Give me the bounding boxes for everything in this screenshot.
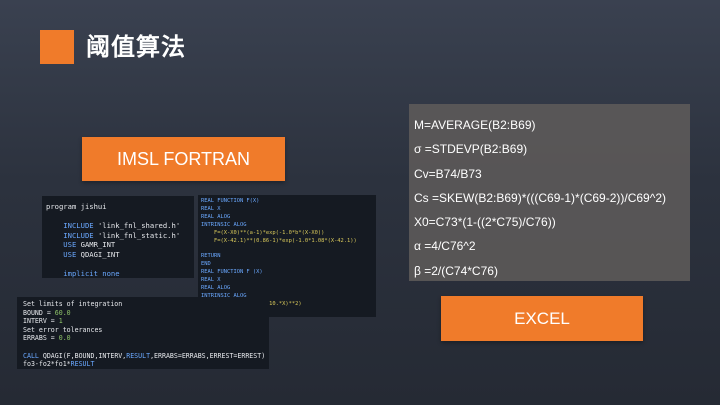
title-accent-square <box>40 30 74 64</box>
excel-formula-line: α =4/C76^2 <box>414 239 476 254</box>
code-line: RETURN <box>201 253 373 261</box>
code-token: ,ERRABS=ERRABS,ERREST=ERREST) <box>150 351 266 360</box>
code-line: F=(X-42.1)**(0.86-1)*exp(-1.0*1.08*(X-42… <box>201 238 373 246</box>
code-token: RETURN <box>201 253 221 260</box>
code-token: 'link_fnl_static.h' <box>97 230 181 240</box>
code-line: Set limits of integration <box>23 300 263 309</box>
code-line: REAL ALOG <box>201 214 373 222</box>
page-title: 阈值算法 <box>86 33 186 61</box>
code-line: fo3-fo2*fo1*RESULT <box>23 360 263 369</box>
code-token: implicit none <box>46 269 120 278</box>
code-token: GAMR_INT <box>80 240 116 250</box>
code-token: 'link_fnl_shared.h' <box>97 221 181 231</box>
code-line: INTERV = 1 <box>23 317 263 326</box>
code-token: Set error tolerances <box>23 325 103 334</box>
code-token: QDAGI(F,BOUND,INTERV, <box>42 351 127 360</box>
excel-formula-line: β =2/(C74*C76) <box>414 263 498 278</box>
code-line: INTRINSIC ALOG <box>201 222 373 230</box>
code-line: REAL X <box>201 277 373 285</box>
code-token: Set limits of integration <box>23 300 123 308</box>
code-token: INCLUDE <box>46 221 98 231</box>
code-line: REAL X <box>201 206 373 214</box>
code-token: REAL FUNCTION F (X) <box>201 269 263 276</box>
code-token: F=(X-X0)**(a-1)*exp(-1.0*b*(X-X0)) <box>201 229 325 236</box>
excel-formula-line: Cs =SKEW(B2:B69)*(((C69-1)*(C69-2))/C69^… <box>414 190 667 205</box>
code-token: INTRINSIC ALOG <box>201 221 247 228</box>
code-token: REAL ALOG <box>201 284 231 291</box>
code-token: F=(X-42.1)**(0.86-1)*exp(-1.0*1.08*(X-42… <box>201 237 357 244</box>
excel-formula-line: Cv=B74/B73 <box>414 166 482 181</box>
code-line: END <box>201 261 373 269</box>
code-token: REAL X <box>201 205 221 212</box>
code-line: implicit none <box>46 269 190 278</box>
code-token: CALL <box>23 351 43 360</box>
code-token: INTERV = <box>23 317 59 326</box>
code-line: Set error tolerances <box>23 326 263 335</box>
code-line: REAL FUNCTION F (X) <box>201 269 373 277</box>
code-line: USE GAMR_INT <box>46 240 190 250</box>
imsl-fortran-button[interactable]: IMSL FORTRAN <box>82 137 285 181</box>
code-token: USE <box>46 240 81 250</box>
code-panel-integration: Set limits of integration BOUND = 60.0 INT… <box>17 297 269 369</box>
code-token: 0.0 <box>58 334 71 343</box>
code-token: REAL ALOG <box>201 213 231 220</box>
code-token: INCLUDE <box>46 230 98 240</box>
code-line: USE QDAGI_INT <box>46 250 190 260</box>
code-token: RESULT <box>126 351 151 360</box>
excel-formula-line: X0=C73*(1-((2*C75)/C76)) <box>414 215 556 230</box>
excel-formula-line: σ =STDEVP(B2:B69) <box>414 142 528 157</box>
code-line: program jishui <box>46 202 190 212</box>
code-token: program jishui <box>46 202 107 211</box>
code-line: REAL ALOG <box>201 285 373 293</box>
code-line: CALL QDAGI(F,BOUND,INTERV,RESULT,ERRABS=… <box>23 351 266 361</box>
excel-formula-panel: M=AVERAGE(B2:B69) σ =STDEVP(B2:B69) Cv=B74… <box>409 104 690 281</box>
code-token: 1 <box>58 317 63 326</box>
code-token: 60.0 <box>54 308 71 317</box>
excel-formula-line: M=AVERAGE(B2:B69) <box>414 118 536 132</box>
code-token: fo3-fo2*fo1* <box>23 360 71 369</box>
code-line: F=(X-X0)**(a-1)*exp(-1.0*b*(X-X0)) <box>201 230 373 238</box>
excel-button[interactable]: EXCEL <box>441 296 643 341</box>
code-token: USE <box>46 249 81 259</box>
code-line: BOUND = 60.0 <box>23 309 263 318</box>
code-token: ERRABS = <box>23 334 59 343</box>
code-token: END <box>201 261 211 268</box>
code-token: REAL X <box>201 277 221 284</box>
code-line: ERRABS = 0.0 <box>23 334 263 343</box>
code-token: BOUND = <box>23 308 55 317</box>
code-line: INCLUDE 'link_fnl_static.h' <box>46 231 190 241</box>
code-token: RESULT <box>70 360 95 369</box>
code-panel-program: program jishui INCLUDE 'link_fnl_shared.… <box>42 196 194 278</box>
code-line: REAL FUNCTION F(X) <box>201 198 373 206</box>
code-token: REAL FUNCTION F(X) <box>201 198 260 204</box>
code-line: INCLUDE 'link_fnl_shared.h' <box>46 221 190 231</box>
code-token: QDAGI_INT <box>80 249 120 259</box>
